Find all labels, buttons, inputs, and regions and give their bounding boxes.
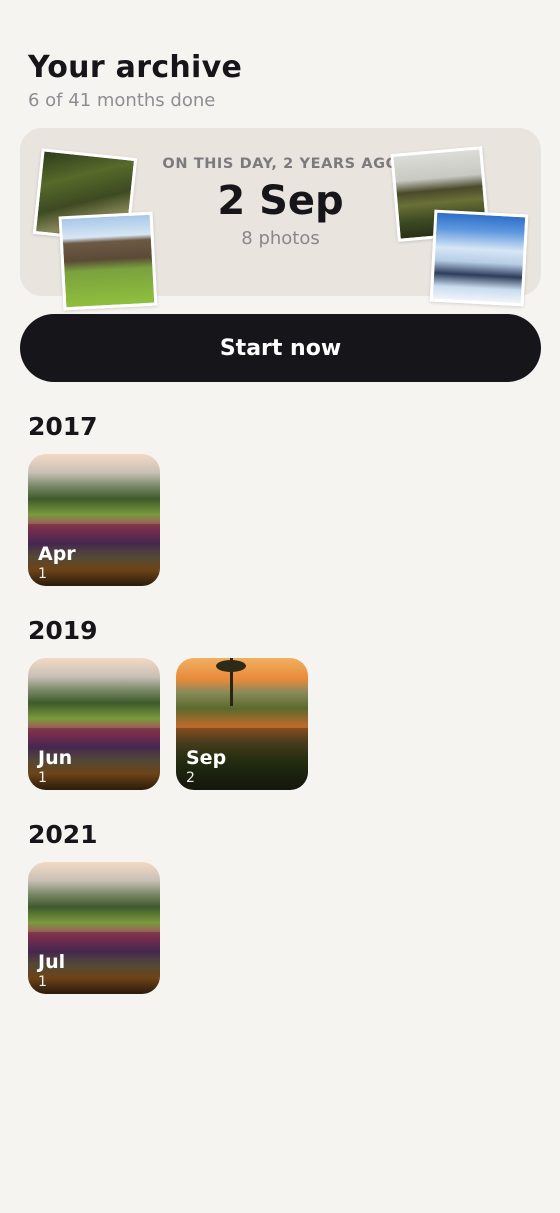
header: Your archive 6 of 41 months done (28, 50, 242, 112)
photo-thumbnail (429, 209, 529, 307)
palm-tree-crown (216, 660, 246, 672)
progress-subtitle: 6 of 41 months done (28, 90, 216, 111)
month-tile-sep-2019[interactable]: Sep 2 (176, 658, 308, 790)
tile-month-label: Sep (186, 747, 227, 769)
tile-photo-count: 1 (38, 974, 47, 990)
tile-photo-count: 2 (186, 770, 195, 786)
start-now-button[interactable]: Start now (20, 314, 541, 382)
month-tile-apr-2017[interactable]: Apr 1 (28, 454, 160, 586)
year-heading-2021: 2021 (28, 820, 98, 849)
page-title: Your archive (28, 50, 243, 85)
tile-month-label: Jul (38, 951, 66, 973)
tile-photo-count: 1 (38, 566, 47, 582)
tile-month-label: Apr (38, 543, 76, 565)
year-heading-2017: 2017 (28, 412, 98, 441)
tile-month-label: Jun (38, 747, 73, 769)
on-this-day-card[interactable]: ON THIS DAY, 2 YEARS AGO 2 Sep 8 photos (20, 128, 541, 311)
year-heading-2019: 2019 (28, 616, 98, 645)
month-tile-jun-2019[interactable]: Jun 1 (28, 658, 160, 790)
tile-photo-count: 1 (38, 770, 47, 786)
month-tile-jul-2021[interactable]: Jul 1 (28, 862, 160, 994)
